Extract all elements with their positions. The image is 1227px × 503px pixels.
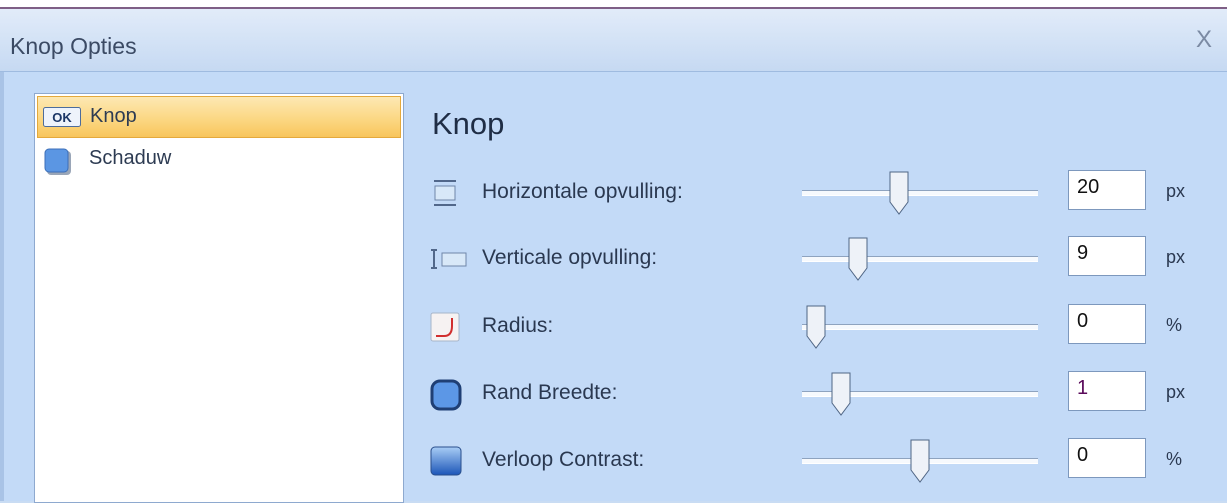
slider-thumb[interactable]	[831, 372, 851, 416]
unit-label: px	[1166, 247, 1186, 267]
vertical-padding-icon	[430, 244, 470, 274]
radius-slider[interactable]	[802, 305, 1038, 349]
slider-thumb[interactable]	[806, 305, 826, 349]
gradient-contrast-value[interactable]: 0	[1068, 438, 1146, 478]
border-width-value[interactable]: 1	[1068, 371, 1146, 411]
unit-label: %	[1166, 315, 1183, 335]
setting-label: Verticale opvulling:	[482, 246, 658, 269]
setting-row-radius: Radius: 0 %	[420, 304, 1220, 364]
setting-row-border-width: Rand Breedte: 1 px	[420, 371, 1220, 431]
list-item-label: Schaduw	[89, 147, 172, 169]
list-item-label: Knop	[90, 105, 137, 127]
setting-label: Horizontale opvulling:	[482, 180, 683, 203]
radius-value[interactable]: 0	[1068, 304, 1146, 344]
horizontal-padding-icon	[430, 178, 460, 208]
gradient-contrast-icon	[430, 446, 462, 476]
panel-heading: Knop	[432, 106, 505, 141]
setting-label: Verloop Contrast:	[482, 448, 645, 471]
svg-text:OK: OK	[52, 110, 72, 125]
setting-row-horizontal-padding: Horizontale opvulling: 20 px	[420, 170, 1220, 230]
unit-label: %	[1166, 449, 1183, 469]
setting-label: Radius:	[482, 314, 554, 337]
close-icon[interactable]: X	[1196, 26, 1212, 54]
shadow-square-icon	[44, 148, 72, 181]
slider-thumb[interactable]	[889, 171, 909, 215]
options-dialog: Knop Opties X OK Knop Schaduw Knop Horiz…	[0, 0, 1227, 503]
slider-thumb[interactable]	[910, 439, 930, 483]
unit-label: px	[1166, 382, 1186, 402]
vertical-padding-slider[interactable]	[802, 237, 1038, 281]
setting-row-gradient-contrast: Verloop Contrast: 0 %	[420, 438, 1220, 498]
horizontal-padding-value[interactable]: 20	[1068, 170, 1146, 210]
window-title: Knop Opties	[10, 33, 137, 59]
setting-label: Rand Breedte:	[482, 381, 618, 404]
list-item-knop[interactable]: OK Knop	[37, 96, 401, 138]
setting-row-vertical-padding: Verticale opvulling: 9 px	[420, 236, 1220, 296]
border-width-slider[interactable]	[802, 372, 1038, 416]
list-item-schaduw[interactable]: Schaduw	[37, 142, 401, 184]
slider-thumb[interactable]	[848, 237, 868, 281]
vertical-padding-value[interactable]: 9	[1068, 236, 1146, 276]
window-left-edge	[0, 72, 4, 501]
unit-label: px	[1166, 181, 1186, 201]
ok-button-icon: OK	[43, 107, 81, 132]
category-list[interactable]: OK Knop Schaduw	[34, 93, 404, 503]
title-bar-top-edge	[0, 0, 1227, 9]
title-bar[interactable]: Knop Opties X	[0, 0, 1227, 72]
gradient-contrast-slider[interactable]	[802, 439, 1038, 483]
radius-icon	[430, 312, 460, 342]
horizontal-padding-slider[interactable]	[802, 171, 1038, 215]
border-width-icon	[430, 379, 462, 411]
